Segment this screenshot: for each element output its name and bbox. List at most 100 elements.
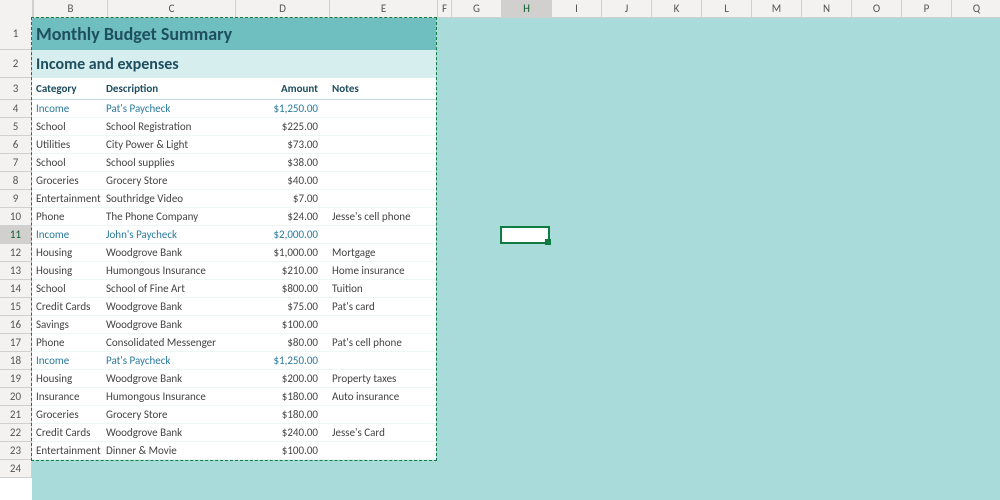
table-row[interactable]: HousingWoodgrove Bank$1,000.00Mortgage [32, 244, 436, 262]
column-header-O[interactable]: O [852, 0, 902, 18]
title-row[interactable]: Monthly Budget Summary [32, 18, 436, 50]
table-row[interactable]: EntertainmentSouthridge Video$7.00 [32, 190, 436, 208]
cell-amount: $73.00 [234, 138, 328, 151]
cell-amount: $100.00 [234, 444, 328, 457]
cell-grid[interactable]: Monthly Budget Summary Income and expens… [32, 18, 1000, 500]
cell-category: Phone [32, 210, 106, 223]
table-row[interactable]: Credit CardsWoodgrove Bank$75.00Pat's ca… [32, 298, 436, 316]
table-row[interactable]: GroceriesGrocery Store$180.00 [32, 406, 436, 424]
row-header-5[interactable]: 5 [0, 118, 32, 136]
subtitle-row[interactable]: Income and expenses [32, 50, 436, 78]
column-header-G[interactable]: G [452, 0, 502, 18]
row-header-6[interactable]: 6 [0, 136, 32, 154]
row-header-15[interactable]: 15 [0, 298, 32, 316]
column-header-K[interactable]: K [652, 0, 702, 18]
row-header-8[interactable]: 8 [0, 172, 32, 190]
row-header-4[interactable]: 4 [0, 100, 32, 118]
table-row[interactable]: SavingsWoodgrove Bank$100.00 [32, 316, 436, 334]
cell-category: Income [32, 228, 106, 241]
cell-amount: $80.00 [234, 336, 328, 349]
cell-amount: $1,000.00 [234, 246, 328, 259]
cell-category: Credit Cards [32, 426, 106, 439]
row-header-9[interactable]: 9 [0, 190, 32, 208]
cell-notes: Jesse's Card [328, 426, 436, 439]
row-header-22[interactable]: 22 [0, 424, 32, 442]
active-cell-outline [500, 226, 550, 244]
cell-description: City Power & Light [106, 138, 234, 151]
cell-notes: Property taxes [328, 372, 436, 385]
cell-amount: $225.00 [234, 120, 328, 133]
cell-category: Housing [32, 246, 106, 259]
column-header-I[interactable]: I [552, 0, 602, 18]
row-header-11[interactable]: 11 [0, 226, 32, 244]
table-row[interactable]: SchoolSchool of Fine Art$800.00Tuition [32, 280, 436, 298]
row-header-12[interactable]: 12 [0, 244, 32, 262]
cell-description: John's Paycheck [106, 228, 234, 241]
table-row[interactable]: UtilitiesCity Power & Light$73.00 [32, 136, 436, 154]
row-header-21[interactable]: 21 [0, 406, 32, 424]
fill-handle[interactable] [545, 239, 551, 245]
table-row[interactable]: PhoneThe Phone Company$24.00Jesse's cell… [32, 208, 436, 226]
cell-amount: $180.00 [234, 408, 328, 421]
row-header-14[interactable]: 14 [0, 280, 32, 298]
cell-amount: $7.00 [234, 192, 328, 205]
table-row[interactable]: SchoolSchool Registration$225.00 [32, 118, 436, 136]
table-row[interactable]: HousingWoodgrove Bank$200.00Property tax… [32, 370, 436, 388]
column-header-F[interactable]: F [438, 0, 452, 18]
row-header-3[interactable]: 3 [0, 78, 32, 100]
row-headers: 123456789101112131415161718192021222324 [0, 18, 32, 478]
column-header-C[interactable]: C [108, 0, 236, 18]
cell-notes: Mortgage [328, 246, 436, 259]
cell-amount: $1,250.00 [234, 354, 328, 367]
column-header-N[interactable]: N [802, 0, 852, 18]
select-all-corner[interactable] [0, 0, 33, 19]
cell-category: Housing [32, 372, 106, 385]
row-header-18[interactable]: 18 [0, 352, 32, 370]
row-header-17[interactable]: 17 [0, 334, 32, 352]
table-row[interactable]: EntertainmentDinner & Movie$100.00 [32, 442, 436, 460]
table-row[interactable]: InsuranceHumongous Insurance$180.00Auto … [32, 388, 436, 406]
cell-description: Humongous Insurance [106, 264, 234, 277]
column-header-Q[interactable]: Q [952, 0, 1000, 18]
table-row[interactable]: IncomeJohn's Paycheck$2,000.00 [32, 226, 436, 244]
spreadsheet-viewport[interactable]: BCDEFGHIJKLMNOPQR 1234567891011121314151… [0, 0, 1000, 500]
row-header-10[interactable]: 10 [0, 208, 32, 226]
column-header-J[interactable]: J [602, 0, 652, 18]
row-header-7[interactable]: 7 [0, 154, 32, 172]
table-row[interactable]: PhoneConsolidated Messenger$80.00Pat's c… [32, 334, 436, 352]
column-header-H[interactable]: H [502, 0, 552, 18]
row-header-20[interactable]: 20 [0, 388, 32, 406]
table-row[interactable]: IncomePat's Paycheck$1,250.00 [32, 100, 436, 118]
cell-category: School [32, 282, 106, 295]
column-header-D[interactable]: D [236, 0, 330, 18]
cell-description: School Registration [106, 120, 234, 133]
column-header-P[interactable]: P [902, 0, 952, 18]
cell-category: Entertainment [32, 444, 106, 457]
column-header-B[interactable]: B [34, 0, 108, 18]
header-notes: Notes [328, 82, 436, 95]
header-amount: Amount [234, 82, 328, 95]
table-row[interactable]: GroceriesGrocery Store$40.00 [32, 172, 436, 190]
cell-amount: $1,250.00 [234, 102, 328, 115]
cell-description: Pat's Paycheck [106, 102, 234, 115]
column-header-L[interactable]: L [702, 0, 752, 18]
cell-notes: Jesse's cell phone [328, 210, 436, 223]
table-header-row[interactable]: Category Description Amount Notes [32, 78, 436, 100]
row-header-19[interactable]: 19 [0, 370, 32, 388]
row-header-13[interactable]: 13 [0, 262, 32, 280]
table-row[interactable]: Credit CardsWoodgrove Bank$240.00Jesse's… [32, 424, 436, 442]
cell-notes: Home insurance [328, 264, 436, 277]
section-title: Income and expenses [36, 55, 179, 74]
row-header-16[interactable]: 16 [0, 316, 32, 334]
column-header-M[interactable]: M [752, 0, 802, 18]
table-row[interactable]: HousingHumongous Insurance$210.00Home in… [32, 262, 436, 280]
row-header-23[interactable]: 23 [0, 442, 32, 460]
table-row[interactable]: SchoolSchool supplies$38.00 [32, 154, 436, 172]
row-header-2[interactable]: 2 [0, 50, 32, 78]
column-header-E[interactable]: E [330, 0, 438, 18]
cell-amount: $40.00 [234, 174, 328, 187]
row-header-1[interactable]: 1 [0, 18, 32, 50]
row-header-24[interactable]: 24 [0, 460, 32, 478]
table-row[interactable]: IncomePat's Paycheck$1,250.00 [32, 352, 436, 370]
page-title: Monthly Budget Summary [36, 23, 232, 45]
